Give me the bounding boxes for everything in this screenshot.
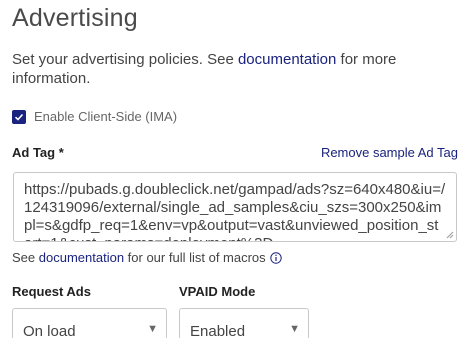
section-description: Set your advertising policies. See docum…	[12, 50, 462, 88]
request-ads-label: Request Ads	[12, 284, 91, 299]
macros-documentation-link[interactable]: documentation	[39, 250, 124, 265]
vpaid-mode-selected-value: Enabled	[190, 323, 246, 338]
client-side-ima-label: Enable Client-Side (IMA)	[34, 108, 178, 124]
ad-tag-label: Ad Tag *	[12, 145, 64, 160]
vpaid-mode-label: VPAID Mode	[179, 284, 256, 299]
request-ads-selected-value: On load	[23, 323, 76, 338]
ad-tag-value: https://pubads.g.doubleclick.net/gampad/…	[24, 181, 446, 241]
advertising-settings-panel: Advertising Set your advertising policie…	[0, 0, 474, 338]
macros-text-before: See	[12, 250, 36, 265]
dropdown-arrow-icon: ▼	[289, 323, 300, 335]
dropdown-arrow-icon: ▼	[147, 323, 158, 335]
macros-help: See documentation for our full list of m…	[12, 250, 282, 265]
remove-sample-ad-tag-link[interactable]: Remove sample Ad Tag	[321, 145, 458, 160]
request-ads-select[interactable]: On load ▼	[12, 308, 167, 338]
vpaid-mode-select[interactable]: Enabled ▼	[179, 308, 309, 338]
checkmark-icon	[14, 113, 24, 121]
documentation-link[interactable]: documentation	[238, 51, 336, 68]
ad-tag-textarea[interactable]: https://pubads.g.doubleclick.net/gampad/…	[13, 172, 457, 242]
client-side-ima-option[interactable]: Enable Client-Side (IMA)	[12, 108, 177, 124]
macros-text-after: for our full list of macros	[127, 250, 266, 265]
client-side-ima-checkbox[interactable]	[12, 110, 26, 124]
section-title: Advertising	[12, 4, 138, 32]
resize-grip-icon[interactable]	[446, 231, 454, 239]
info-icon[interactable]	[269, 251, 282, 264]
intro-text-before: Set your advertising policies. See	[12, 51, 234, 68]
